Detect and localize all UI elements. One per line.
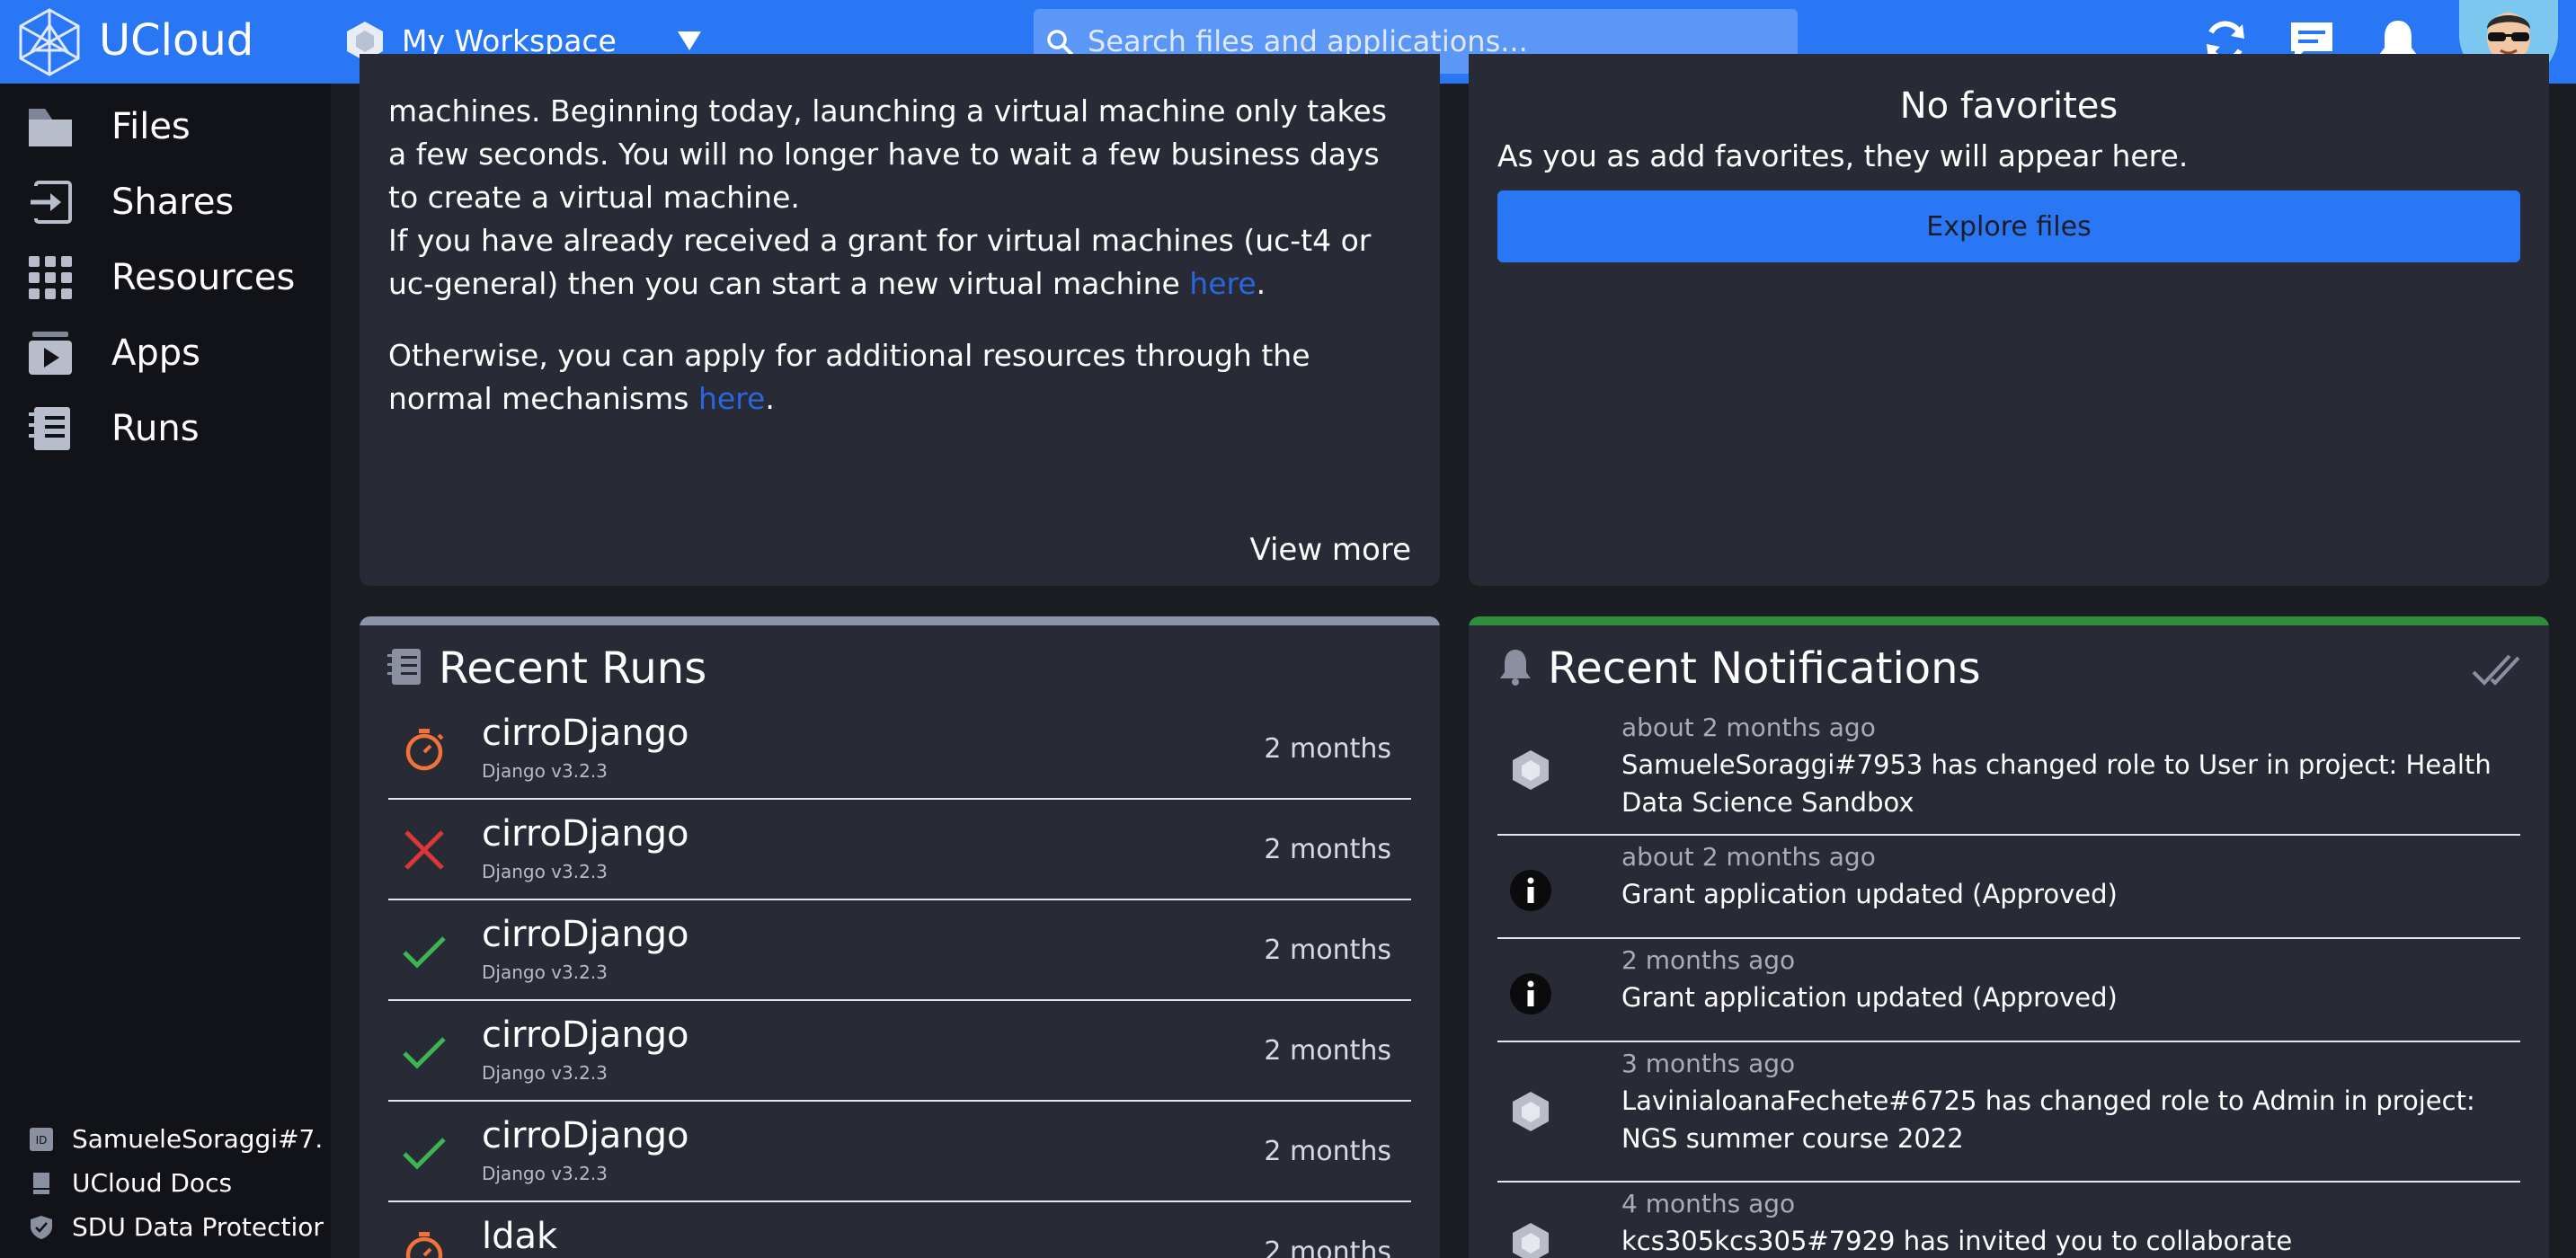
notification-time: about 2 months ago [1621, 713, 1876, 742]
sidebar-item-runs[interactable]: Runs [0, 391, 331, 466]
app-title[interactable]: UCloud [99, 13, 253, 68]
recent-runs-title: Recent Runs [439, 643, 707, 694]
news-card: machines. Beginning today, launching a v… [360, 54, 1440, 586]
run-row[interactable]: cirroDjango Django v3.2.3 2 months [388, 900, 1411, 1001]
recent-notifications-title: Recent Notifications [1548, 643, 1981, 694]
run-time: 2 months [1264, 1236, 1391, 1258]
sidebar-footer-user[interactable]: ID SamueleSoraggi#7... [0, 1118, 331, 1159]
sidebar-item-label: Resources [111, 257, 296, 298]
news-paragraph: Otherwise, you can apply for additional … [388, 338, 1310, 416]
news-link[interactable]: here [1189, 266, 1256, 301]
run-name: cirroDjango [482, 713, 689, 754]
run-name: ldak [482, 1216, 558, 1257]
card-accent-bar [360, 616, 1440, 625]
sidebar-item-label: Shares [111, 182, 235, 223]
notification-item[interactable]: 3 months ago LavinialoanaFechete#6725 ha… [1497, 1042, 2520, 1183]
bell-icon [1500, 650, 1531, 686]
check-icon [403, 1037, 446, 1069]
svg-text:ID: ID [36, 1134, 48, 1147]
notification-item[interactable]: about 2 months ago Grant application upd… [1497, 836, 2520, 939]
run-name: cirroDjango [482, 914, 689, 955]
news-paragraph: machines. Beginning today, launching a v… [388, 93, 1387, 215]
notebook-icon [29, 407, 70, 450]
run-version: Django v3.2.3 [482, 861, 608, 882]
news-link[interactable]: here [698, 381, 765, 416]
notebook-icon [387, 649, 421, 685]
card-accent-bar [1469, 616, 2549, 625]
sidebar-item-apps[interactable]: Apps [0, 315, 331, 391]
share-icon [31, 181, 72, 224]
notification-item[interactable]: 4 months ago kcs305kcs305#7929 has invit… [1497, 1183, 2520, 1258]
sidebar-item-label: Apps [111, 332, 200, 374]
run-version: Django v3.2.3 [482, 1062, 608, 1084]
notification-time: about 2 months ago [1621, 842, 1876, 872]
chevron-down-icon[interactable] [676, 29, 703, 52]
recent-notifications-card: Recent Notifications about 2 months ago … [1469, 616, 2549, 1258]
run-version: Django v3.2.3 [482, 961, 608, 983]
notification-message: kcs305kcs305#7929 has invited you to col… [1621, 1226, 2293, 1256]
check-icon [403, 1138, 446, 1170]
project-hexagon-icon [1513, 750, 1549, 790]
run-time: 2 months [1264, 834, 1391, 865]
sidebar-item-shares[interactable]: Shares [0, 164, 331, 240]
check-icon [403, 936, 446, 969]
favorites-subtitle: As you as add favorites, they will appea… [1497, 138, 2189, 173]
notification-item[interactable]: 2 months ago Grant application updated (… [1497, 939, 2520, 1042]
run-version: Django v3.2.3 [482, 1163, 608, 1184]
id-icon: ID [30, 1128, 53, 1151]
favorites-card: No favorites As you as add favorites, th… [1469, 54, 2549, 586]
notification-time: 3 months ago [1621, 1049, 1796, 1078]
grid-icon [29, 256, 72, 299]
sidebar: Files Shares Resources Apps Runs ID Samu… [0, 84, 331, 1258]
notification-time: 2 months ago [1621, 945, 1796, 975]
view-more-link[interactable]: View more [1249, 528, 1411, 571]
run-time: 2 months [1264, 733, 1391, 765]
run-row[interactable]: cirroDjango Django v3.2.3 2 months [388, 1102, 1411, 1202]
run-name: cirroDjango [482, 813, 689, 855]
sidebar-footer-data-protection[interactable]: SDU Data Protection [0, 1206, 331, 1247]
stopwatch-icon [405, 729, 444, 771]
run-name: cirroDjango [482, 1115, 689, 1156]
notification-message: LavinialoanaFechete#6725 has changed rol… [1621, 1085, 2475, 1154]
project-hexagon-icon [1513, 1092, 1549, 1131]
run-time: 2 months [1264, 1035, 1391, 1067]
ucloud-logo-icon[interactable] [18, 7, 81, 77]
sidebar-footer-docs[interactable]: UCloud Docs [0, 1162, 331, 1203]
info-icon [1510, 870, 1551, 911]
mark-all-read-icon[interactable] [2470, 645, 2520, 692]
explore-files-button[interactable]: Explore files [1497, 190, 2520, 262]
shield-icon [31, 1216, 52, 1239]
sidebar-item-resources[interactable]: Resources [0, 240, 331, 315]
footer-label: SamueleSoraggi#7... [72, 1124, 324, 1154]
project-hexagon-icon [1513, 1223, 1549, 1258]
notification-item[interactable]: about 2 months ago SamueleSoraggi#7953 h… [1497, 706, 2520, 836]
sidebar-item-files[interactable]: Files [0, 89, 331, 164]
favorites-title: No favorites [1899, 85, 2119, 127]
search-icon [1047, 30, 1073, 56]
news-paragraph: If you have already received a grant for… [388, 223, 1372, 301]
run-name: cirroDjango [482, 1014, 689, 1056]
info-icon [1510, 973, 1551, 1014]
run-time: 2 months [1264, 1136, 1391, 1167]
notification-message: Grant application updated (Approved) [1621, 879, 2118, 909]
run-row[interactable]: cirroDjango Django v3.2.3 2 months [388, 699, 1411, 800]
notification-message: Grant application updated (Approved) [1621, 982, 2118, 1013]
sidebar-item-label: Files [111, 106, 191, 147]
footer-label: UCloud Docs [72, 1168, 233, 1198]
run-row[interactable]: ldak 2 months [388, 1202, 1411, 1258]
footer-label: SDU Data Protection [72, 1212, 324, 1242]
run-row[interactable]: cirroDjango Django v3.2.3 2 months [388, 800, 1411, 900]
close-icon [404, 830, 444, 870]
stopwatch-icon [405, 1232, 443, 1258]
notification-message: SamueleSoraggi#7953 has changed role to … [1621, 749, 2492, 818]
book-icon [33, 1173, 49, 1194]
run-row[interactable]: cirroDjango Django v3.2.3 2 months [388, 1001, 1411, 1102]
play-icon [29, 332, 72, 375]
recent-runs-card: Recent Runs cirroDjango Django v3.2.3 2 … [360, 616, 1440, 1258]
folder-icon [29, 109, 72, 146]
run-version: Django v3.2.3 [482, 760, 608, 782]
run-time: 2 months [1264, 935, 1391, 966]
notification-time: 4 months ago [1621, 1189, 1796, 1218]
sidebar-item-label: Runs [111, 408, 200, 449]
